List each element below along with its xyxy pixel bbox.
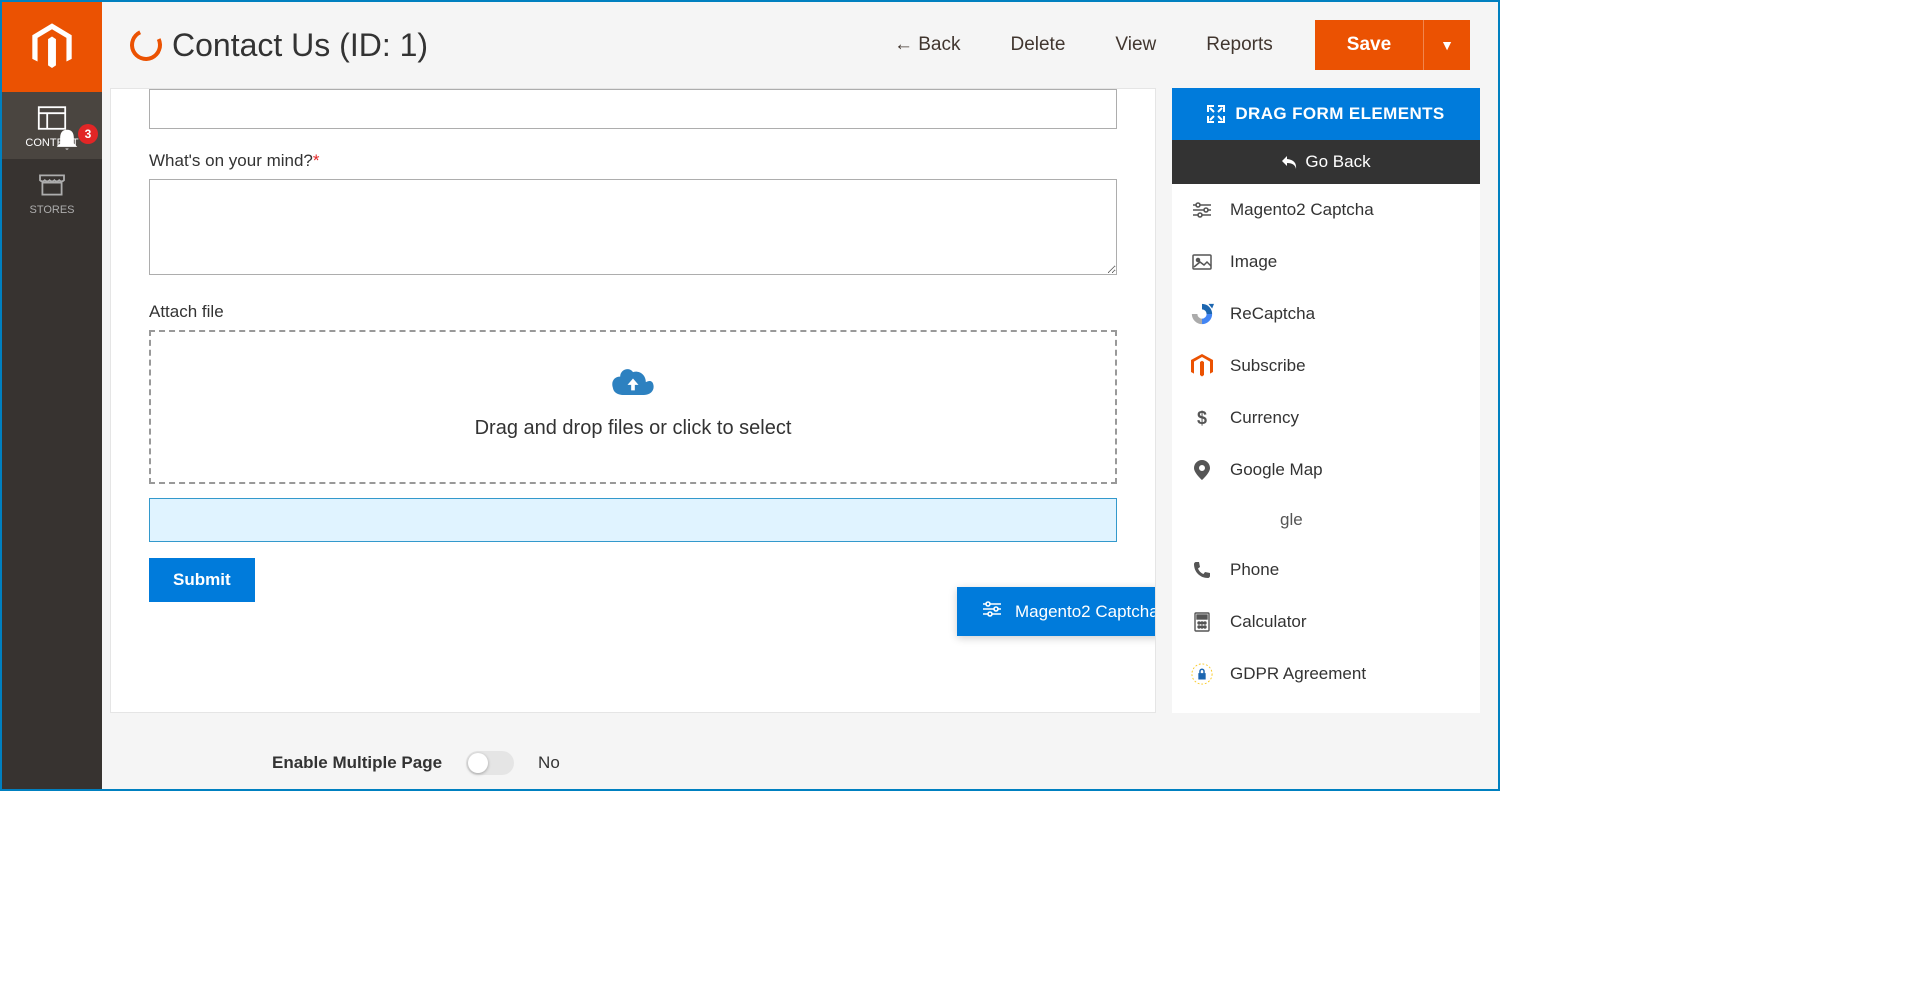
text-input-field[interactable] bbox=[149, 89, 1117, 129]
page-header: Contact Us (ID: 1) Back Delete View Repo… bbox=[102, 2, 1498, 88]
save-button[interactable]: Save bbox=[1315, 20, 1423, 70]
sidebar-item-content[interactable]: CONTENT 3 bbox=[2, 92, 102, 159]
go-back-button[interactable]: Go Back bbox=[1172, 140, 1480, 184]
map-pin-icon bbox=[1190, 458, 1214, 482]
sidebar-item-stores[interactable]: STORES bbox=[2, 159, 102, 226]
element-gdpr-agreement[interactable]: GDPR Agreement bbox=[1172, 648, 1480, 700]
delete-button[interactable]: Delete bbox=[990, 26, 1085, 64]
phone-icon bbox=[1190, 558, 1214, 582]
gdpr-lock-icon bbox=[1190, 662, 1214, 686]
dollar-icon: $ bbox=[1190, 406, 1214, 430]
attach-label: Attach file bbox=[149, 302, 1117, 322]
sliders-icon bbox=[1190, 198, 1214, 222]
element-image[interactable]: Image bbox=[1172, 236, 1480, 288]
form-elements-panel: DRAG FORM ELEMENTS Go Back Magento2 Capt… bbox=[1172, 88, 1480, 713]
sliders-icon bbox=[983, 601, 1001, 622]
expand-icon bbox=[1207, 105, 1225, 123]
element-magento2-captcha[interactable]: Magento2 Captcha bbox=[1172, 184, 1480, 236]
dropzone-text: Drag and drop files or click to select bbox=[151, 417, 1115, 440]
mind-label: What's on your mind?* bbox=[149, 151, 1117, 171]
image-icon bbox=[1190, 250, 1214, 274]
element-currency[interactable]: $ Currency bbox=[1172, 392, 1480, 444]
recaptcha-icon bbox=[1190, 302, 1214, 326]
enable-multiple-page-toggle[interactable] bbox=[466, 751, 514, 775]
form-builder-panel: What's on your mind?* Attach file Drag a… bbox=[110, 88, 1156, 713]
reply-icon bbox=[1281, 155, 1297, 169]
reports-button[interactable]: Reports bbox=[1186, 26, 1293, 64]
back-button[interactable]: Back bbox=[874, 26, 981, 64]
element-calculator[interactable]: Calculator bbox=[1172, 596, 1480, 648]
notification-badge: 3 bbox=[78, 124, 98, 144]
calculator-icon bbox=[1190, 610, 1214, 634]
save-dropdown-button[interactable]: ▼ bbox=[1423, 20, 1470, 70]
drag-elements-header: DRAG FORM ELEMENTS bbox=[1172, 88, 1480, 140]
element-subscribe[interactable]: Subscribe bbox=[1172, 340, 1480, 392]
submit-button[interactable]: Submit bbox=[149, 558, 255, 602]
spinner-icon bbox=[125, 24, 166, 65]
admin-sidebar: CONTENT 3 STORES bbox=[2, 2, 102, 789]
view-button[interactable]: View bbox=[1095, 26, 1176, 64]
element-phone[interactable]: Phone bbox=[1172, 544, 1480, 596]
file-dropzone[interactable]: Drag and drop files or click to select bbox=[149, 330, 1117, 484]
sidebar-label-stores: STORES bbox=[2, 204, 102, 216]
enable-multiple-page-label: Enable Multiple Page bbox=[272, 753, 442, 773]
enable-multiple-page-row: Enable Multiple Page No bbox=[102, 731, 1498, 789]
element-google-partial[interactable]: gle bbox=[1172, 496, 1480, 544]
magento-logo[interactable] bbox=[2, 2, 102, 92]
cloud-upload-icon bbox=[151, 366, 1115, 407]
drop-target-placeholder bbox=[149, 498, 1117, 542]
magento-icon bbox=[1190, 354, 1214, 378]
enable-multiple-page-value: No bbox=[538, 753, 560, 773]
mind-textarea[interactable] bbox=[149, 179, 1117, 275]
page-title: Contact Us (ID: 1) bbox=[172, 27, 864, 64]
element-google-map[interactable]: Google Map bbox=[1172, 444, 1480, 496]
dragging-element[interactable]: Magento2 Captcha bbox=[957, 587, 1156, 636]
element-recaptcha[interactable]: ReCaptcha bbox=[1172, 288, 1480, 340]
dragging-label: Magento2 Captcha bbox=[1015, 602, 1156, 622]
